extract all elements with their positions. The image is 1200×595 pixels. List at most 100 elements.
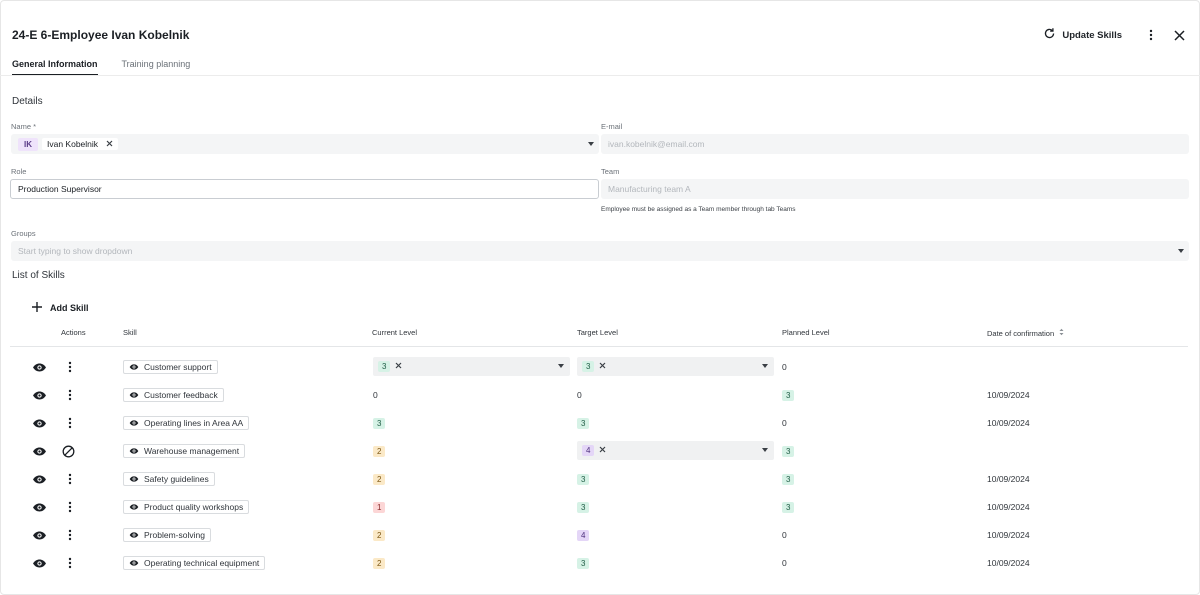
date-cell: 10/09/2024	[987, 381, 1030, 409]
date-cell: 10/09/2024	[987, 521, 1030, 549]
skill-tag[interactable]: Safety guidelines	[123, 472, 215, 486]
confirmation-date: 10/09/2024	[987, 558, 1030, 568]
skill-tag[interactable]: Product quality workshops	[123, 500, 250, 514]
blocked-icon	[62, 437, 75, 465]
team-label: Team	[601, 167, 620, 176]
target-level-select[interactable]: 4	[577, 441, 774, 460]
row-menu-icon[interactable]	[68, 521, 72, 549]
row-menu-icon[interactable]	[68, 353, 72, 381]
skill-tag[interactable]: Operating technical equipment	[123, 556, 266, 570]
column-header-planned-level: Planned Level	[782, 328, 830, 337]
column-header-date[interactable]: Date of confirmation	[987, 328, 1064, 338]
view-eye-icon[interactable]	[32, 521, 47, 549]
date-cell: 10/09/2024	[987, 465, 1030, 493]
skill-name: Problem-solving	[144, 530, 205, 540]
view-eye-icon[interactable]	[32, 353, 47, 381]
skill-cell: Product quality workshops	[123, 493, 250, 521]
role-value: Production Supervisor	[18, 184, 102, 194]
sort-icon[interactable]	[1059, 328, 1064, 338]
target-level-badge: 4	[582, 445, 595, 456]
role-input[interactable]: Production Supervisor	[10, 179, 599, 199]
skill-name: Product quality workshops	[144, 502, 244, 512]
chevron-down-icon[interactable]	[762, 448, 768, 452]
planned-level-cell: 3	[782, 437, 795, 465]
current-level-badge: 3	[373, 417, 386, 429]
current-level-cell: 2	[373, 437, 386, 465]
close-icon[interactable]	[1172, 28, 1186, 42]
eye-icon	[129, 474, 139, 484]
row-menu-icon[interactable]	[68, 493, 72, 521]
date-cell: 10/09/2024	[987, 493, 1030, 521]
row-menu-icon[interactable]	[68, 409, 72, 437]
skill-cell: Warehouse management	[123, 437, 246, 465]
skill-cell: Problem-solving	[123, 521, 211, 549]
table-row: Problem-solving 2 4 0 10/09/2024	[0, 521, 1200, 549]
column-header-target-level: Target Level	[577, 328, 618, 337]
current-level-badge: 2	[373, 473, 386, 485]
chevron-down-icon[interactable]	[588, 142, 594, 146]
row-menu-icon[interactable]	[68, 381, 72, 409]
chevron-down-icon[interactable]	[1178, 249, 1184, 253]
skill-cell: Operating lines in Area AA	[123, 409, 250, 437]
view-eye-icon[interactable]	[32, 437, 47, 465]
plus-icon	[32, 302, 42, 314]
target-level-badge: 4	[577, 529, 590, 541]
remove-level-icon[interactable]	[599, 362, 606, 371]
eye-icon	[129, 362, 139, 372]
name-select[interactable]: IK Ivan Kobelnik	[11, 134, 599, 154]
current-level-badge: 2	[373, 557, 386, 569]
current-level-cell: 2	[373, 549, 386, 577]
view-eye-icon[interactable]	[32, 409, 47, 437]
planned-level-value: 0	[782, 362, 787, 372]
remove-name-icon[interactable]	[106, 139, 113, 149]
confirmation-date: 10/09/2024	[987, 390, 1030, 400]
eye-icon	[129, 502, 139, 512]
name-chip-label: Ivan Kobelnik	[47, 139, 99, 149]
update-skills-button[interactable]: Update Skills	[1043, 27, 1122, 43]
row-menu-icon[interactable]	[68, 465, 72, 493]
more-vertical-icon[interactable]	[1144, 28, 1158, 42]
eye-icon	[129, 390, 139, 400]
planned-level-value: 0	[782, 530, 787, 540]
email-placeholder: ivan.kobelnik@email.com	[608, 139, 705, 149]
add-skill-button[interactable]: Add Skill	[32, 302, 89, 314]
confirmation-date: 10/09/2024	[987, 474, 1030, 484]
view-eye-icon[interactable]	[32, 465, 47, 493]
table-row: Safety guidelines 2 3 3 10/09/2024	[0, 465, 1200, 493]
planned-level-value: 0	[782, 418, 787, 428]
skill-tag[interactable]: Customer support	[123, 360, 218, 374]
details-section-title: Details	[12, 96, 43, 107]
view-eye-icon[interactable]	[32, 549, 47, 577]
target-level-cell: 0	[577, 381, 582, 409]
row-menu-icon[interactable]	[68, 549, 72, 577]
add-skill-label: Add Skill	[50, 303, 89, 313]
tab-training-planning[interactable]: Training planning	[122, 59, 191, 76]
chevron-down-icon[interactable]	[762, 364, 768, 368]
planned-level-cell: 3	[782, 381, 795, 409]
tab-general-information[interactable]: General Information	[12, 59, 98, 76]
chevron-down-icon[interactable]	[558, 364, 564, 368]
confirmation-date: 10/09/2024	[987, 418, 1030, 428]
eye-icon	[129, 558, 139, 568]
email-field[interactable]: ivan.kobelnik@email.com	[601, 134, 1189, 154]
remove-level-icon[interactable]	[599, 446, 606, 455]
view-eye-icon[interactable]	[32, 493, 47, 521]
target-level-select[interactable]: 3	[577, 357, 774, 376]
column-header-date-label: Date of confirmation	[987, 328, 1055, 338]
email-label: E-mail	[601, 122, 623, 131]
skill-tag[interactable]: Warehouse management	[123, 444, 246, 458]
confirmation-date: 10/09/2024	[987, 502, 1030, 512]
skill-tag[interactable]: Problem-solving	[123, 528, 211, 542]
skill-tag[interactable]: Operating lines in Area AA	[123, 416, 250, 430]
target-level-value: 0	[577, 390, 582, 400]
table-row: Customer feedback 0 0 3 10/09/2024	[0, 381, 1200, 409]
remove-level-icon[interactable]	[395, 362, 402, 371]
current-level-badge: 2	[373, 529, 386, 541]
current-level-select[interactable]: 3	[373, 357, 570, 376]
skill-tag[interactable]: Customer feedback	[123, 388, 224, 402]
skill-name: Operating technical equipment	[144, 558, 260, 568]
groups-select[interactable]: Start typing to show dropdown	[11, 241, 1189, 261]
eye-icon	[129, 530, 139, 540]
view-eye-icon[interactable]	[32, 381, 47, 409]
team-helper-text: Employee must be assigned as a Team memb…	[601, 206, 796, 213]
